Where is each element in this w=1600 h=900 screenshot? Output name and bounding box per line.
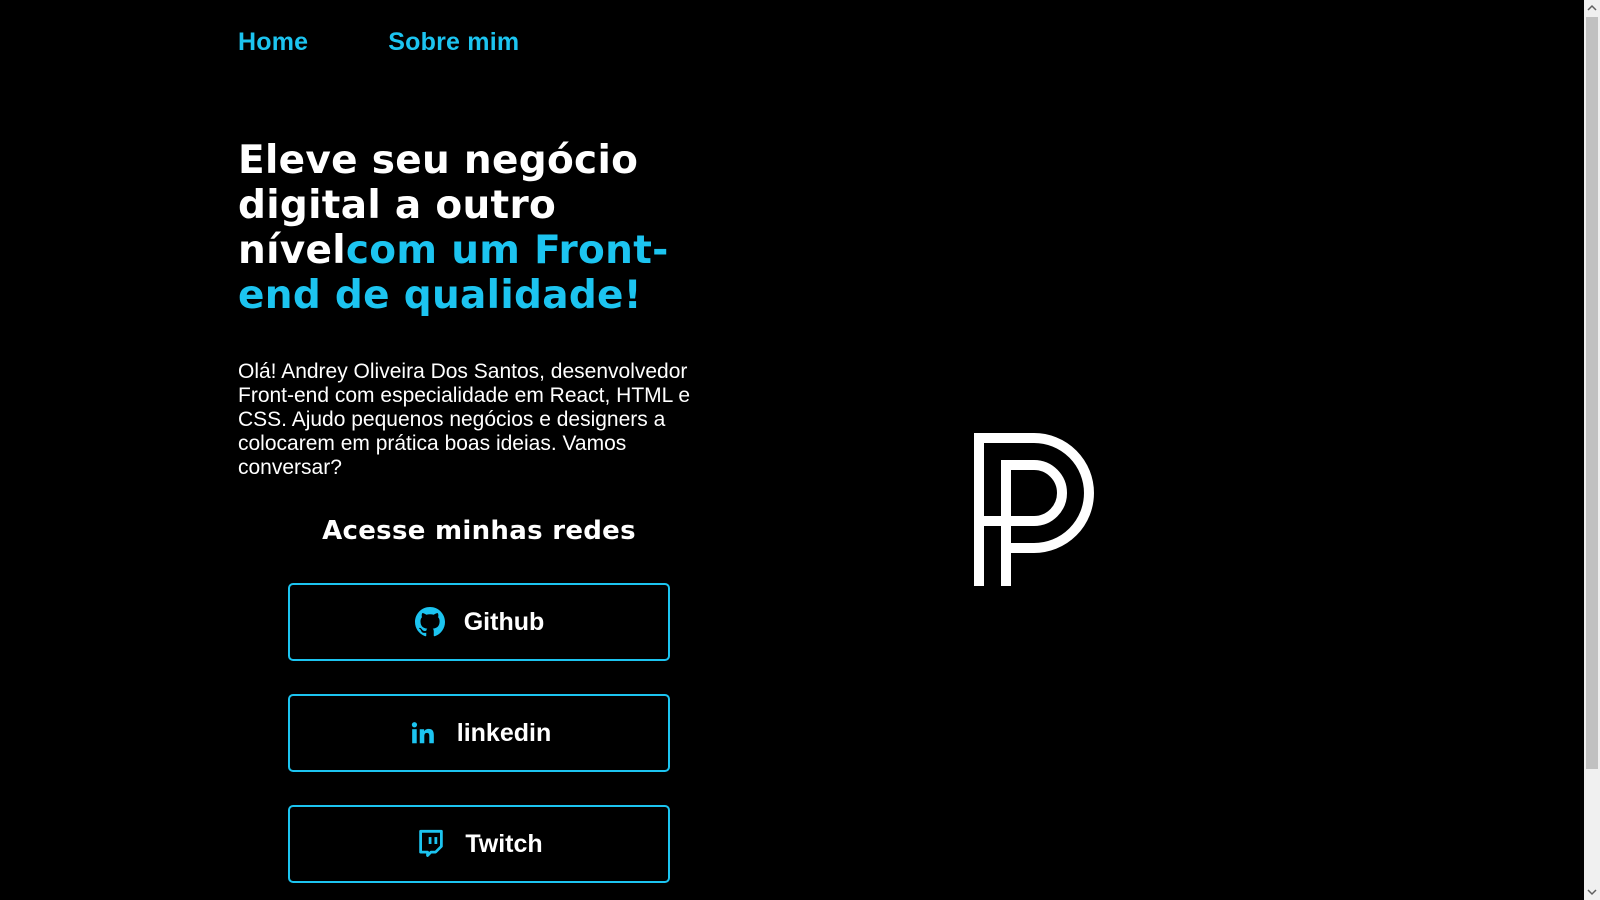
linkedin-label: linkedin bbox=[456, 718, 552, 747]
nav-link-sobre-mim[interactable]: Sobre mim bbox=[388, 28, 519, 57]
hero-headline: Eleve seu negócio digital a outro nívelc… bbox=[238, 138, 738, 318]
linkedin-icon bbox=[407, 717, 439, 749]
scrollbar-thumb[interactable] bbox=[1586, 17, 1598, 769]
page: Home Sobre mim Eleve seu negócio digital… bbox=[0, 0, 1584, 900]
github-icon bbox=[414, 606, 446, 638]
hero-intro: Olá! Andrey Oliveira Dos Santos, desenvo… bbox=[238, 360, 691, 479]
scroll-up-arrow-icon[interactable] bbox=[1584, 0, 1600, 16]
brand-logo bbox=[974, 433, 1096, 591]
linkedin-button[interactable]: linkedin bbox=[288, 694, 670, 772]
github-button[interactable]: Github bbox=[288, 583, 670, 661]
nav-link-home[interactable]: Home bbox=[238, 28, 308, 57]
vertical-scrollbar[interactable] bbox=[1584, 0, 1600, 900]
social-title: Acesse minhas redes bbox=[322, 516, 636, 546]
twitch-label: Twitch bbox=[465, 829, 543, 858]
twitch-button[interactable]: Twitch bbox=[288, 805, 670, 883]
github-label: Github bbox=[463, 607, 545, 636]
social-links: Github linkedin Twitch bbox=[288, 583, 670, 900]
main-nav: Home Sobre mim bbox=[238, 28, 519, 57]
scroll-down-arrow-icon[interactable] bbox=[1584, 884, 1600, 900]
twitch-icon bbox=[415, 828, 447, 860]
